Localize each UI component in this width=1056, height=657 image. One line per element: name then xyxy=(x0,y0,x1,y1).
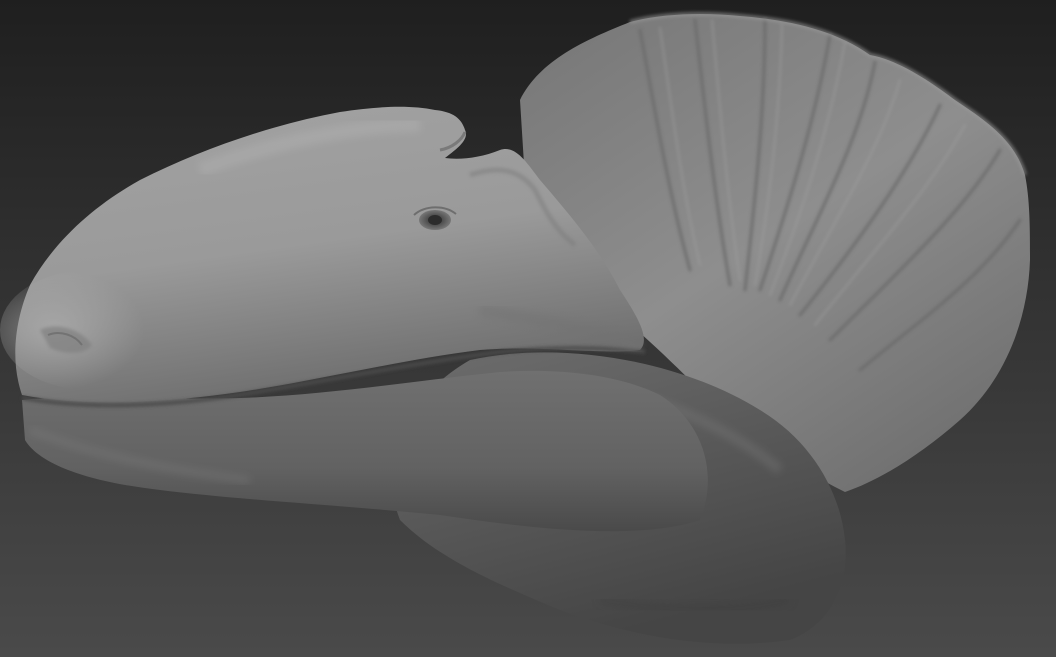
sculpt-render xyxy=(0,0,1056,657)
viewport-canvas[interactable] xyxy=(0,0,1056,657)
